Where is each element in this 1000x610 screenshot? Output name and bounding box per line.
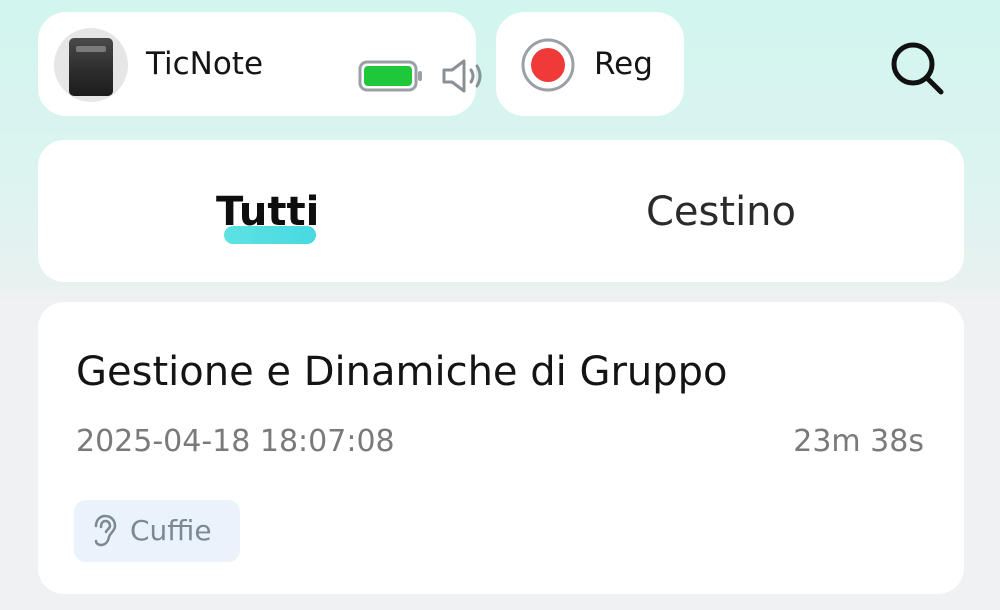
speaker-volume-icon [442,59,482,93]
tab-bar: Tutti Cestino [38,140,964,282]
source-label: Cuffie [130,514,212,547]
battery-full-icon [358,60,422,92]
tab-trash-label: Cestino [646,189,796,235]
device-name: TicNote [146,46,264,82]
record-button[interactable]: Reg [496,12,684,116]
ear-icon [94,514,117,547]
recording-card[interactable]: Gestione e Dinamiche di Gruppo 2025-04-1… [38,302,964,594]
tab-trash[interactable]: Cestino [646,184,826,240]
record-dot-icon [521,38,575,92]
source-badge: Cuffie [74,500,240,562]
recording-title: Gestione e Dinamiche di Gruppo [76,349,728,395]
record-label: Reg [594,46,653,82]
tab-all[interactable]: Tutti [216,184,326,244]
recording-duration: 23m 38s [793,424,924,459]
device-status-pill[interactable]: TicNote [38,12,482,116]
device-thumbnail [54,28,128,102]
tab-all-label: Tutti [216,189,320,235]
recording-datetime: 2025-04-18 18:07:08 [76,424,395,459]
search-icon[interactable] [887,38,947,98]
